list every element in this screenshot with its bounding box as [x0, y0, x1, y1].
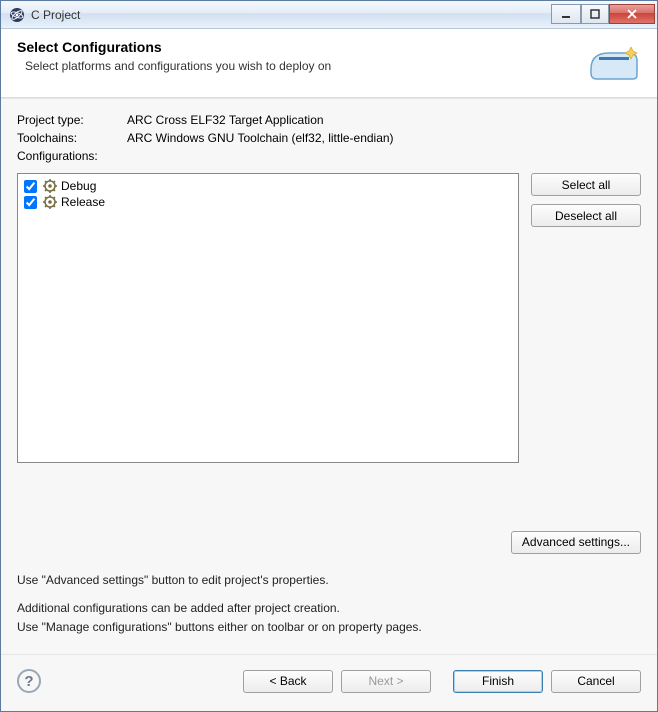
config-label: Debug: [61, 179, 96, 193]
minimize-button[interactable]: [551, 4, 581, 24]
help-icon[interactable]: ?: [17, 669, 41, 693]
list-item[interactable]: Release: [24, 194, 512, 210]
page-subtitle: Select platforms and configurations you …: [17, 59, 575, 73]
wizard-banner-icon: [585, 39, 641, 83]
wizard-header: Select Configurations Select platforms a…: [1, 29, 657, 98]
toolchains-value: ARC Windows GNU Toolchain (elf32, little…: [127, 131, 394, 145]
close-button[interactable]: [609, 4, 655, 24]
cancel-button[interactable]: Cancel: [551, 670, 641, 693]
wizard-footer: ? < Back Next > Finish Cancel: [1, 655, 657, 711]
toolchains-label: Toolchains:: [17, 131, 127, 145]
list-item[interactable]: Debug: [24, 178, 512, 194]
wizard-content: Project type: ARC Cross ELF32 Target App…: [1, 98, 657, 655]
hint-text: Use "Advanced settings" button to edit p…: [17, 572, 641, 638]
maximize-button[interactable]: [581, 4, 609, 24]
page-title: Select Configurations: [17, 39, 575, 55]
dialog-window: C Project Select Configurations Select p…: [0, 0, 658, 712]
window-title: C Project: [31, 8, 551, 22]
app-icon: [9, 7, 25, 23]
window-controls: [551, 4, 655, 24]
select-all-button[interactable]: Select all: [531, 173, 641, 196]
hint-line: Use "Manage configurations" buttons eith…: [17, 619, 641, 636]
config-checkbox-debug[interactable]: [24, 180, 37, 193]
config-checkbox-release[interactable]: [24, 196, 37, 209]
hint-line: Use "Advanced settings" button to edit p…: [17, 572, 641, 589]
back-button[interactable]: < Back: [243, 670, 333, 693]
deselect-all-button[interactable]: Deselect all: [531, 204, 641, 227]
configurations-label: Configurations:: [17, 149, 127, 163]
project-type-label: Project type:: [17, 113, 127, 127]
hint-line: Additional configurations can be added a…: [17, 600, 641, 617]
titlebar[interactable]: C Project: [1, 1, 657, 29]
gear-icon: [43, 195, 57, 209]
configurations-list[interactable]: Debug Release: [17, 173, 519, 463]
advanced-settings-button[interactable]: Advanced settings...: [511, 531, 641, 554]
gear-icon: [43, 179, 57, 193]
next-button: Next >: [341, 670, 431, 693]
project-type-value: ARC Cross ELF32 Target Application: [127, 113, 324, 127]
finish-button[interactable]: Finish: [453, 670, 543, 693]
config-label: Release: [61, 195, 105, 209]
